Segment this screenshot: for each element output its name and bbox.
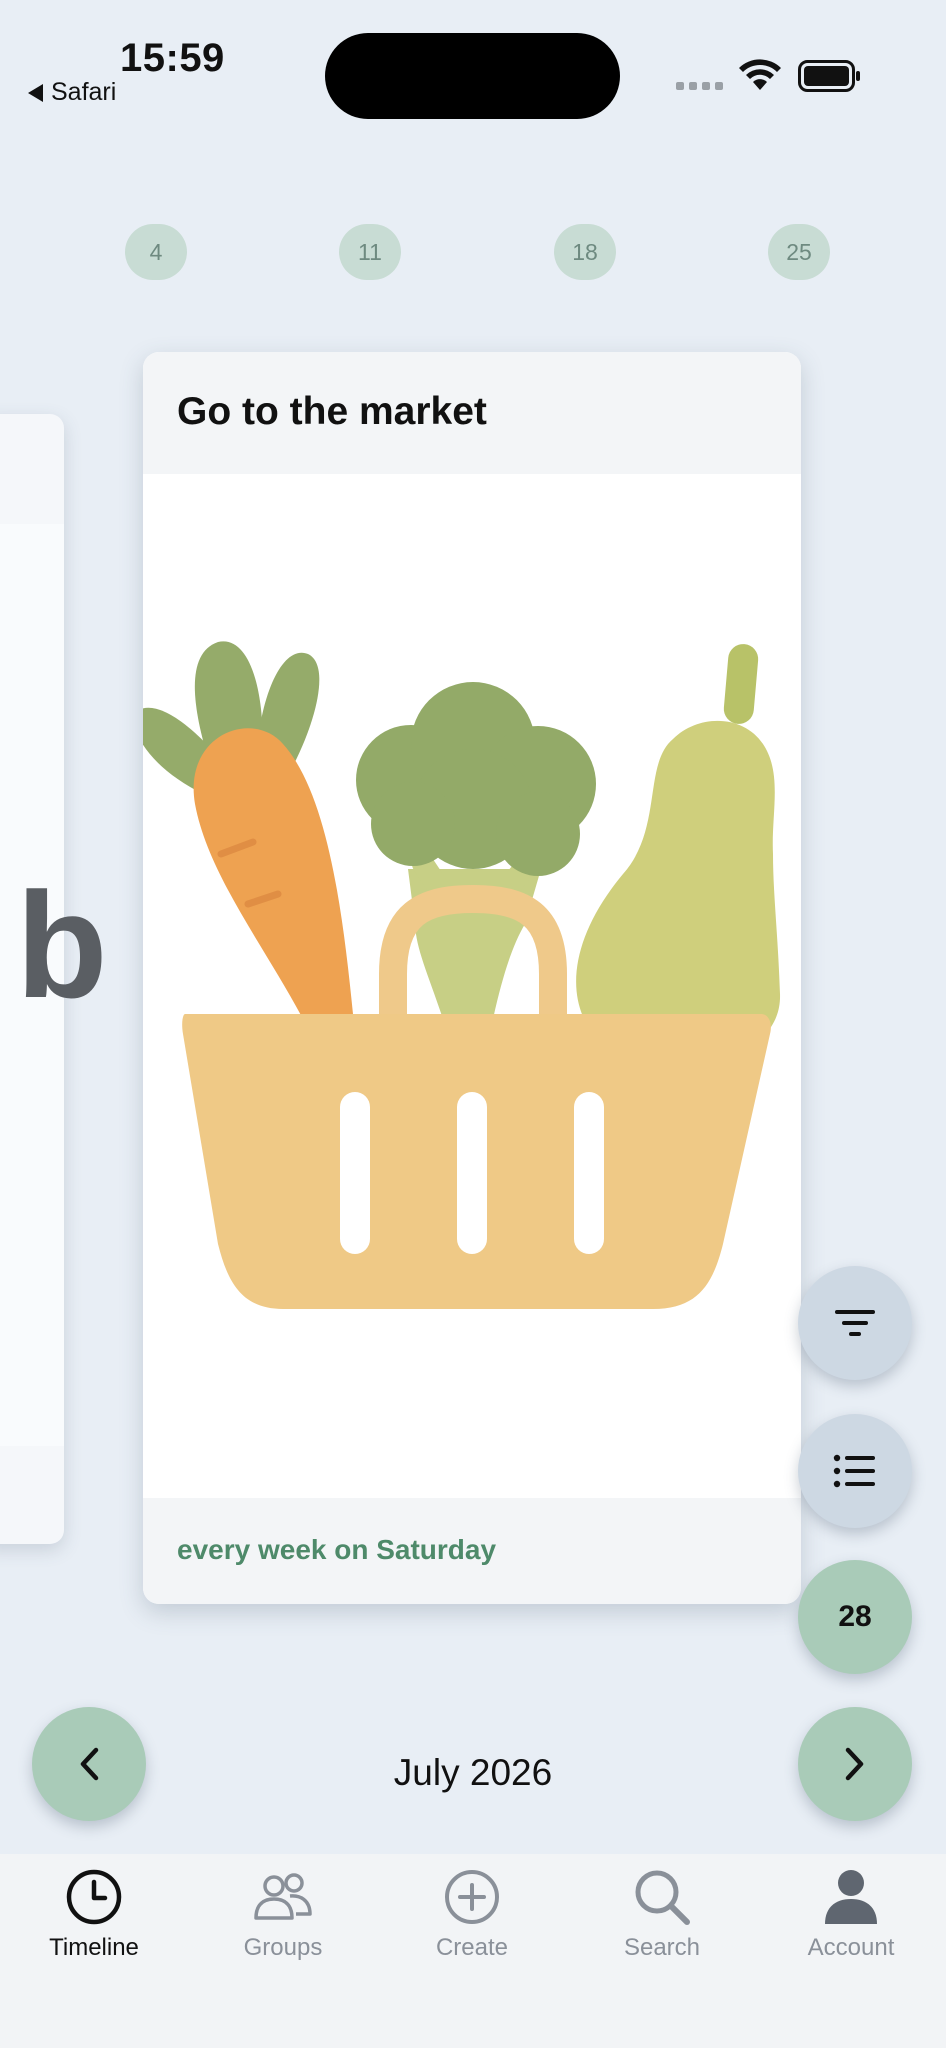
battery-icon xyxy=(798,60,860,92)
back-app-label: Safari xyxy=(51,78,117,106)
tab-account[interactable]: Account xyxy=(771,1866,931,1962)
tab-label: Search xyxy=(623,1934,701,1961)
status-time: 15:59 xyxy=(120,36,225,80)
filter-icon xyxy=(835,1310,875,1336)
tab-create[interactable]: Create xyxy=(392,1866,552,1962)
dynamic-island xyxy=(325,33,620,119)
person-icon xyxy=(825,1870,877,1924)
cellular-signal-icon xyxy=(676,82,723,90)
week-day-25[interactable]: 25 xyxy=(768,224,830,280)
clock-icon xyxy=(66,1869,122,1925)
plus-circle-icon xyxy=(445,1870,499,1924)
back-triangle-icon xyxy=(28,83,43,102)
tab-label: Timeline xyxy=(49,1934,139,1961)
tab-label: Create xyxy=(435,1934,509,1961)
tab-label: Groups xyxy=(243,1934,323,1961)
week-day-18[interactable]: 18 xyxy=(554,224,616,280)
card-recurrence: every week on Saturday xyxy=(177,1534,497,1565)
search-icon xyxy=(635,1870,690,1925)
today-button[interactable]: 28 xyxy=(798,1560,912,1674)
list-view-button[interactable] xyxy=(798,1414,912,1528)
next-month-button[interactable] xyxy=(798,1707,912,1821)
week-day-11[interactable]: 11 xyxy=(339,224,401,280)
today-label: 28 xyxy=(838,1600,872,1633)
vegetable-basket-illustration xyxy=(143,641,781,1309)
card-title: Go to the market xyxy=(177,390,487,433)
card-header: Go to the market xyxy=(143,352,801,474)
back-to-safari[interactable]: Safari xyxy=(28,78,116,107)
tab-timeline[interactable]: Timeline xyxy=(14,1866,174,1962)
chevron-right-icon xyxy=(845,1747,864,1781)
previous-card-glyph: b xyxy=(16,861,108,1029)
group-icon xyxy=(254,1873,312,1920)
event-card[interactable]: Go to the market every week on Saturday xyxy=(143,352,801,1604)
tab-search[interactable]: Search xyxy=(582,1866,742,1962)
list-icon xyxy=(833,1454,875,1488)
tab-groups[interactable]: Groups xyxy=(203,1866,363,1962)
week-day-4[interactable]: 4 xyxy=(125,224,187,280)
filter-button[interactable] xyxy=(798,1266,912,1380)
tab-label: Account xyxy=(807,1934,895,1961)
wifi-icon xyxy=(739,59,781,90)
card-footer: every week on Saturday xyxy=(143,1498,801,1604)
